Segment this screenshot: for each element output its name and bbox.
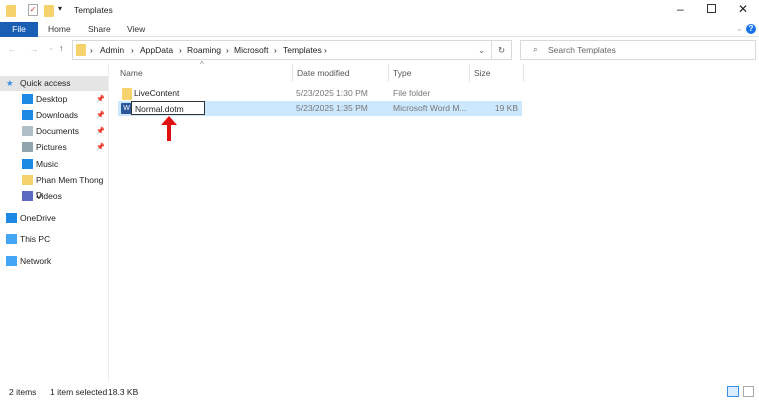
title-bar: ✓ ▾ Templates – ✕: [0, 0, 759, 22]
folder-icon: [76, 44, 86, 56]
folder-icon: [6, 5, 16, 17]
file-name: LiveContent: [134, 88, 180, 98]
sidebar-item-label: Downloads: [36, 110, 79, 120]
file-type: File folder: [393, 88, 431, 98]
pin-icon[interactable]: 📌: [96, 124, 105, 139]
file-size: 19 KB: [494, 103, 518, 113]
address-dropdown-icon[interactable]: ⌄: [478, 45, 485, 56]
breadcrumb-admin[interactable]: Admin: [100, 45, 124, 55]
sidebar-item-label: Desktop: [36, 94, 68, 104]
window-title: Templates: [74, 5, 113, 15]
search-input[interactable]: ⌕ Search Templates: [520, 40, 756, 60]
sidebar-item-label: Videos: [36, 191, 62, 201]
status-size: 18.3 KB: [108, 387, 139, 397]
sidebar-item-music[interactable]: Music: [0, 157, 108, 172]
folder-icon: [22, 175, 33, 185]
sidebar-item-videos[interactable]: Videos: [0, 189, 108, 204]
close-button[interactable]: ✕: [738, 2, 748, 16]
breadcrumb-microsoft[interactable]: Microsoft: [234, 45, 268, 55]
sidebar-item-desktop[interactable]: Desktop 📌: [0, 92, 108, 107]
sidebar-item-label: Documents: [36, 126, 79, 136]
sidebar-item-network[interactable]: Network: [0, 254, 108, 269]
pin-icon[interactable]: 📌: [96, 108, 105, 123]
sidebar-item-label: This PC: [20, 234, 51, 244]
expand-ribbon-icon[interactable]: ⌄: [736, 24, 743, 33]
column-type[interactable]: Type: [393, 68, 411, 78]
forward-button[interactable]: →: [30, 44, 39, 54]
sidebar-item-phan-mem-thong-d[interactable]: Phan Mem Thong D: [0, 173, 108, 200]
sidebar-item-this-pc[interactable]: This PC: [0, 232, 108, 247]
file-date: 5/23/2025 1:30 PM: [296, 88, 368, 98]
address-bar[interactable]: › Admin › AppData › Roaming › Microsoft …: [72, 40, 512, 60]
column-name[interactable]: Name: [120, 68, 143, 78]
tab-home[interactable]: Home: [40, 22, 79, 37]
refresh-icon[interactable]: ↻: [498, 45, 505, 56]
file-date: 5/23/2025 1:35 PM: [296, 103, 368, 113]
minimize-button[interactable]: –: [677, 2, 684, 16]
sidebar-item-pictures[interactable]: Pictures 📌: [0, 140, 108, 155]
maximize-button[interactable]: [707, 4, 716, 13]
sidebar-item-downloads[interactable]: Downloads 📌: [0, 108, 108, 123]
ribbon-tabs: File Home Share View ⌄ ?: [0, 22, 759, 37]
large-icons-view-button[interactable]: [743, 386, 754, 397]
status-selected: 1 item selected: [50, 387, 108, 397]
file-row-selected[interactable]: W Normal.dotm 5/23/2025 1:35 PM Microsof…: [118, 101, 522, 116]
sidebar-item-label: Music: [36, 159, 59, 169]
star-icon: ★: [6, 78, 14, 88]
status-bar: 2 items 1 item selected 18.3 KB: [0, 385, 759, 400]
sidebar-item-label: Quick access: [20, 78, 71, 88]
pictures-icon: [22, 142, 33, 152]
sidebar-item-label: Pictures: [36, 142, 67, 152]
breadcrumb-roaming[interactable]: Roaming: [187, 45, 221, 55]
status-item-count: 2 items: [9, 387, 37, 397]
column-date-modified[interactable]: Date modified: [297, 68, 349, 78]
sidebar-item-onedrive[interactable]: OneDrive: [0, 211, 108, 226]
file-row[interactable]: LiveContent 5/23/2025 1:30 PM File folde…: [118, 86, 522, 101]
search-icon: ⌕: [533, 44, 538, 54]
pin-icon[interactable]: 📌: [96, 140, 105, 155]
properties-icon[interactable]: ✓: [28, 4, 38, 16]
breadcrumb-appdata[interactable]: AppData: [140, 45, 173, 55]
network-icon: [6, 256, 17, 266]
desktop-icon: [22, 94, 33, 104]
file-type: Microsoft Word M...: [393, 103, 467, 113]
customize-toolbar-icon[interactable]: ▾: [58, 4, 62, 13]
tab-view[interactable]: View: [119, 22, 153, 37]
sidebar-item-documents[interactable]: Documents 📌: [0, 124, 108, 139]
recent-locations-icon[interactable]: ⌄: [48, 44, 54, 52]
videos-icon: [22, 191, 33, 201]
computer-icon: [6, 234, 17, 244]
help-icon[interactable]: ?: [746, 24, 756, 34]
details-view-button[interactable]: [727, 386, 739, 397]
sort-ascending-icon: ^: [200, 60, 204, 69]
back-button[interactable]: ←: [8, 44, 17, 54]
music-icon: [22, 159, 33, 169]
document-icon: [22, 126, 33, 136]
download-icon: [22, 110, 33, 120]
column-size[interactable]: Size: [474, 68, 491, 78]
red-arrow-annotation: [161, 116, 177, 141]
tab-share[interactable]: Share: [80, 22, 119, 37]
folder-icon: [122, 88, 132, 100]
search-placeholder: Search Templates: [548, 45, 616, 55]
cloud-icon: [6, 213, 17, 223]
sidebar-item-label: Network: [20, 256, 52, 266]
sidebar-item-label: OneDrive: [20, 213, 56, 223]
sidebar-item-quick-access[interactable]: ★ Quick access: [0, 76, 108, 91]
rename-input[interactable]: Normal.dotm: [131, 101, 205, 115]
breadcrumb-templates[interactable]: Templates: [283, 45, 322, 55]
new-folder-icon[interactable]: [44, 5, 54, 17]
pin-icon[interactable]: 📌: [96, 92, 105, 107]
tab-file[interactable]: File: [0, 22, 38, 37]
up-button[interactable]: ↑: [59, 43, 63, 53]
